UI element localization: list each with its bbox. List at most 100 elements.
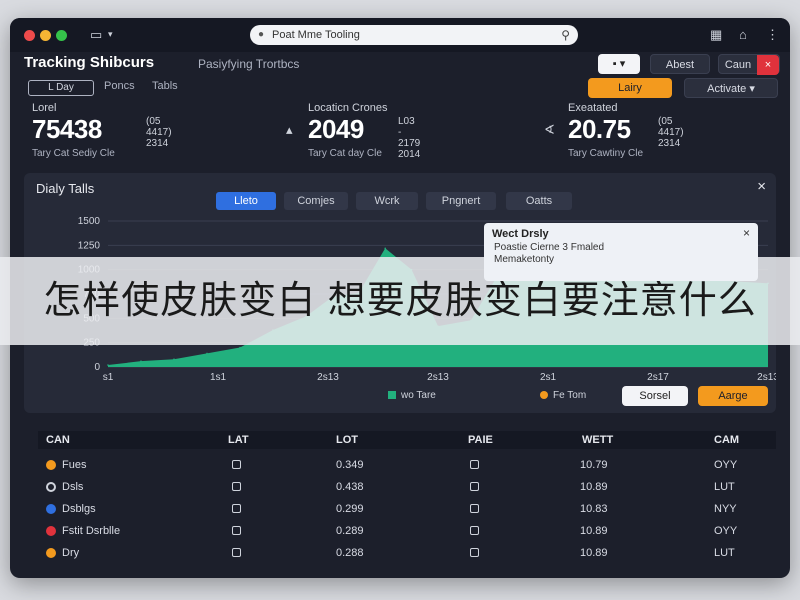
stat-value: 2049 [308, 114, 364, 144]
tab-points[interactable]: Poncs [104, 80, 135, 92]
stat-value: 20.75 [568, 114, 631, 144]
select-button[interactable]: Sorsel [622, 386, 688, 406]
status-dot [46, 526, 56, 536]
stat-delta-range: (05 4417) [658, 116, 684, 138]
stat-card-1: Lorel 75438 (05 4417) 2314 Tary Cat Sedi… [32, 102, 172, 159]
legend-label: Fe Tom [553, 390, 587, 401]
lat-checkbox[interactable] [232, 526, 241, 535]
activate-dropdown[interactable]: Activate ▾ [684, 78, 778, 98]
pale-checkbox[interactable] [470, 548, 479, 557]
x-tick-label: 1s1 [210, 372, 227, 383]
tab-3[interactable]: Pngnert [426, 192, 496, 210]
cell-wett: 10.79 [580, 459, 608, 471]
x-tick-label: 2s13 [757, 372, 776, 383]
column-header: CAM [714, 434, 740, 446]
table-row[interactable]: Dsblgs 0.299 10.83 NYY [38, 499, 776, 521]
stat-value: 75438 [32, 114, 102, 144]
data-point [206, 352, 208, 355]
lat-checkbox[interactable] [232, 460, 241, 469]
apply-button[interactable]: Aarge [698, 386, 768, 406]
latest-button[interactable]: Lairy [588, 78, 672, 98]
stat-delta-range: (05 4417) [146, 116, 172, 138]
clear-button[interactable]: Caun × [718, 54, 780, 75]
lock-icon: ● [258, 29, 265, 40]
tab-1[interactable]: Comjes [284, 192, 348, 210]
x-tick-label: 2s17 [647, 372, 669, 383]
tab-4[interactable]: Oatts [506, 192, 572, 210]
x-tick-label: 2s13 [427, 372, 449, 383]
close-icon[interactable]: × [757, 55, 779, 75]
status-dot [46, 504, 56, 514]
table-row[interactable]: Dsls 0.438 10.89 LUT [38, 477, 776, 499]
close-icon[interactable]: × [743, 226, 750, 240]
legend-swatch [540, 391, 548, 399]
y-tick-label: 1250 [78, 240, 101, 251]
close-icon[interactable]: × [757, 178, 766, 195]
address-bar[interactable]: ● Poat Mme Tooling ⚲ [250, 25, 578, 45]
cell-wett: 10.83 [580, 503, 608, 515]
column-header: WETT [582, 434, 614, 446]
table-row[interactable]: Fstit Dsrblle 0.289 10.89 OYY [38, 521, 776, 543]
data-point [384, 247, 387, 250]
cell-cam: LUT [714, 481, 735, 493]
abest-button[interactable]: Abest [650, 54, 710, 74]
stat-label: Locaticn Crones [308, 102, 388, 114]
lat-checkbox[interactable] [232, 504, 241, 513]
pale-checkbox[interactable] [470, 482, 479, 491]
pale-checkbox[interactable] [470, 504, 479, 513]
table-row[interactable]: Fues 0.349 10.79 OYY [38, 455, 776, 477]
cell-lot: 0.438 [336, 481, 364, 493]
home-icon[interactable]: ⌂ [739, 27, 747, 42]
chart-icon: ∢ [544, 122, 555, 137]
title-bar: ▭ ▾ ● Poat Mme Tooling ⚲ ▦ ⌂ ⋮ [10, 18, 790, 52]
column-header: PAIE [468, 434, 493, 446]
tab-0[interactable]: Lleto [216, 192, 276, 210]
tab-tables[interactable]: Tabls [152, 80, 178, 92]
cell-cam: LUT [714, 547, 735, 559]
column-header: LOT [336, 434, 358, 446]
tooltip-popup: Wect Drsly × Poastie Cierne 3 Fmaled Mem… [484, 223, 758, 281]
legend-label: wo Tare [401, 390, 436, 401]
data-point [140, 360, 142, 362]
sidebar-toggle-icon[interactable]: ▭ [90, 27, 102, 43]
lat-checkbox[interactable] [232, 482, 241, 491]
stat-delta-year: 2314 [658, 138, 681, 149]
cell-lot: 0.299 [336, 503, 364, 515]
lat-checkbox[interactable] [232, 548, 241, 557]
tab-2[interactable]: Wcrk [356, 192, 418, 210]
status-dot [46, 460, 56, 470]
cell-cam: OYY [714, 459, 738, 471]
stat-label: Lorel [32, 102, 57, 114]
view-select[interactable]: ▪ ▾ [598, 54, 640, 74]
stat-footnote: Tary Cat Sediy Cle [32, 148, 115, 159]
stat-label: Exeatated [568, 102, 618, 114]
legend-swatch [388, 391, 396, 399]
pale-checkbox[interactable] [470, 526, 479, 535]
cell-lot: 0.288 [336, 547, 364, 559]
data-point [107, 364, 109, 366]
cell-cam: NYY [714, 503, 737, 515]
page-subtitle: Pasiyfying Trortbcs [198, 57, 300, 71]
cell-name: Dsblgs [62, 503, 96, 515]
pale-checkbox[interactable] [470, 460, 479, 469]
cell-name: Fstit Dsrblle [62, 525, 121, 537]
view-select-value: ▪ [612, 58, 617, 70]
date-range-chip[interactable]: L Day [28, 80, 94, 96]
x-tick-label: s1 [103, 372, 114, 383]
activate-label: Activate [707, 83, 747, 95]
stat-footnote: Tary Cawtiny Cle [568, 148, 644, 159]
table-row[interactable]: Dry 0.288 10.89 LUT [38, 543, 776, 565]
close-window-button[interactable] [24, 30, 35, 41]
maximize-window-button[interactable] [56, 30, 67, 41]
search-icon[interactable]: ⚲ [561, 25, 570, 45]
minimize-window-button[interactable] [40, 30, 51, 41]
cell-lot: 0.349 [336, 459, 364, 471]
chevron-down-icon: ▾ [749, 83, 755, 95]
stat-card-2: Locaticn Crones 2049 L03 - 2179 2014 Tar… [308, 102, 420, 160]
menu-icon[interactable]: ⋮ [766, 27, 779, 43]
stat-footnote: Tary Cat day Cle [308, 148, 382, 159]
data-point [239, 346, 241, 349]
cell-name: Fues [62, 459, 87, 471]
grid-icon[interactable]: ▦ [710, 27, 722, 43]
chevron-down-icon[interactable]: ▾ [108, 29, 113, 40]
